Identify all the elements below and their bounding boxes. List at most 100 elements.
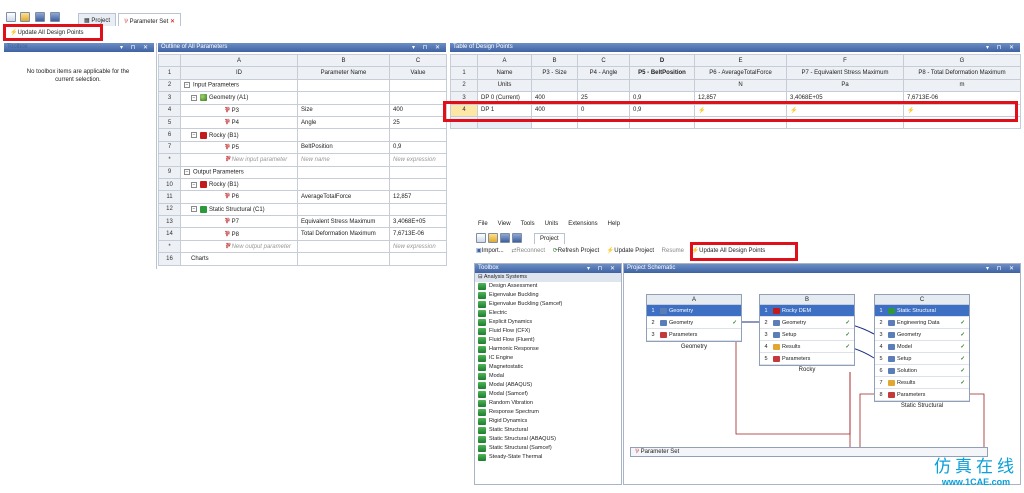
toolbox-item[interactable]: Design Assessment <box>475 282 621 291</box>
parameter-icon: ⅌ <box>225 106 230 114</box>
toolbox-item[interactable]: Static Structural <box>475 426 621 435</box>
highlight-update-all-button <box>690 242 798 261</box>
save-as-icon[interactable] <box>512 233 522 243</box>
toolbox-item[interactable]: Static Structural (Samcef) <box>475 444 621 453</box>
outline-table: ABC 1 ID Parameter Name Value 2− Input Param… <box>158 53 447 266</box>
toolbox-item[interactable]: Harmonic Response <box>475 345 621 354</box>
toolbox-item[interactable]: Modal <box>475 372 621 381</box>
table-row[interactable]: 16 Charts <box>158 252 447 266</box>
parameter-icon: ⅌ <box>225 193 230 201</box>
collapse-icon[interactable]: − <box>184 168 190 175</box>
menu-bar: File View Tools Units Extensions Help <box>478 221 630 227</box>
setup-icon <box>773 332 780 338</box>
toolbox-item[interactable]: Rigid Dynamics <box>475 417 621 426</box>
collapse-icon[interactable]: − <box>191 181 197 188</box>
toolbox-item[interactable]: Static Structural (ABAQUS) <box>475 435 621 444</box>
parameter-icon: ⅌ <box>225 143 230 151</box>
system-block-geometry[interactable]: A 1 Geometry 2 Geometry ✓ 3 Parameters <box>646 294 742 342</box>
collapse-icon[interactable]: − <box>191 94 197 101</box>
watermark: 仿真在线 www.1CAE.com <box>934 457 1018 487</box>
toolbox-item[interactable]: Explicit Dynamics <box>475 318 621 327</box>
toolbox-item[interactable]: Random Vibration <box>475 399 621 408</box>
table-row[interactable]: 6− Rocky (B1) <box>158 128 447 142</box>
collapse-icon[interactable]: − <box>191 132 197 138</box>
check-icon: ✓ <box>960 344 965 350</box>
table-row[interactable]: 5 ⅌ P4 Angle 25 <box>158 115 447 130</box>
project-toolbox: Toolbox ▾ ⊓ ✕ ⊟ Analysis Systems Design A… <box>474 263 622 485</box>
new-file-icon[interactable] <box>6 12 16 22</box>
check-icon: ✓ <box>960 380 965 386</box>
toolbox-group-analysis-systems[interactable]: ⊟ Analysis Systems <box>475 273 621 282</box>
toolbox-item[interactable]: Steady-State Thermal <box>475 453 621 462</box>
geometry-icon <box>888 332 895 338</box>
menu-view[interactable]: View <box>498 221 511 227</box>
table-row[interactable]: * ⅌ New output parameter New expression <box>158 239 447 254</box>
system-block-static-structural[interactable]: C 1 Static Structural 2 Engineering Data ✓ … <box>874 294 970 402</box>
update-project-button[interactable]: ⚡Update Project <box>607 248 654 254</box>
panel-controls[interactable]: ▾ ⊓ ✕ <box>986 44 1017 51</box>
table-row[interactable]: 4 ⅌ P3 Size 400 <box>158 103 447 117</box>
menu-units[interactable]: Units <box>545 221 559 227</box>
parameter-icon: ⅌ <box>225 218 230 226</box>
table-row[interactable]: 2− Input Parameters <box>158 78 447 93</box>
table-row[interactable]: 9− Output Parameters <box>158 165 447 179</box>
system-block-rocky[interactable]: B 1 Rocky DEM 2 Geometry ✓ 3 Setup ✓ 4 Results… <box>759 294 855 366</box>
block-caption: Geometry <box>680 344 708 350</box>
table-row[interactable]: 10− Rocky (B1) <box>158 177 447 192</box>
table-row[interactable]: 14 ⅌ P8 Total Deformation Maximum 7,6713E-06 <box>158 227 447 241</box>
toolbox-item[interactable]: Electric <box>475 309 621 318</box>
solution-icon <box>888 368 895 374</box>
geometry-icon <box>660 320 667 326</box>
geometry-icon <box>773 320 780 326</box>
tab-parameter-set[interactable]: ⅌ Parameter Set ✕ <box>118 13 181 26</box>
table-row[interactable]: 11 ⅌ P6 AverageTotalForce 12,857 <box>158 190 447 204</box>
table-row[interactable]: * ⅌ New input parameter New name New express… <box>158 153 447 167</box>
highlight-update-button <box>3 24 103 41</box>
collapse-icon[interactable]: − <box>184 82 190 89</box>
save-icon[interactable] <box>35 12 45 22</box>
toolbox-item[interactable]: Response Spectrum <box>475 408 621 417</box>
toolbox-panel-header: Toolbox ▾ ⊓ ✕ <box>4 43 154 52</box>
tab-project[interactable]: Project <box>534 233 565 244</box>
rocky-icon <box>200 131 207 139</box>
rocky-icon <box>200 181 207 189</box>
menu-extensions[interactable]: Extensions <box>568 221 597 227</box>
panel-controls[interactable]: ▾ ⊓ ✕ <box>412 44 443 51</box>
toolbox-item[interactable]: Eigenvalue Buckling (Samcef) <box>475 300 621 309</box>
menu-file[interactable]: File <box>478 221 488 227</box>
toolbox-item[interactable]: Magnetostatic <box>475 363 621 372</box>
import-button[interactable]: ▣Import... <box>476 248 504 254</box>
parameter-icon: ⅌ <box>225 156 230 164</box>
menu-tools[interactable]: Tools <box>521 221 535 227</box>
close-icon[interactable]: ✕ <box>170 19 175 25</box>
block-letter: C <box>875 295 969 305</box>
toolbox-item[interactable]: Modal (Samcef) <box>475 390 621 399</box>
check-icon: ✓ <box>845 332 850 338</box>
setup-icon <box>888 356 895 362</box>
toolbox-item[interactable]: Modal (ABAQUS) <box>475 381 621 390</box>
parameter-icon <box>773 356 780 362</box>
table-row[interactable]: 7 ⅌ P5 BeltPosition 0,9 <box>158 140 447 155</box>
menu-help[interactable]: Help <box>608 221 620 227</box>
save-icon[interactable] <box>500 233 510 243</box>
reconnect-button[interactable]: ⇄Reconnect <box>511 248 545 254</box>
save-as-icon[interactable] <box>50 12 60 22</box>
highlight-dp1-row <box>443 101 1018 122</box>
new-file-icon[interactable] <box>476 233 486 243</box>
table-row[interactable]: 3− Geometry (A1) <box>158 91 447 105</box>
toolbox-message: No toolbox items are applicable for the … <box>26 69 130 83</box>
toolbox-item[interactable]: Fluid Flow (CFX) <box>475 327 621 336</box>
collapse-icon[interactable]: − <box>191 206 197 213</box>
panel-controls[interactable]: ▾ ⊓ ✕ <box>120 44 151 51</box>
toolbox-item[interactable]: Fluid Flow (Fluent) <box>475 336 621 345</box>
toolbox-item[interactable]: IC Engine <box>475 354 621 363</box>
toolbox-item[interactable]: Eigenvalue Buckling <box>475 291 621 300</box>
table-row[interactable]: 13 ⅌ P7 Equivalent Stress Maximum 3,4068E+05 <box>158 215 447 229</box>
static-structural-icon <box>200 205 207 213</box>
open-folder-icon[interactable] <box>20 12 30 22</box>
resume-button[interactable]: Resume <box>662 248 684 254</box>
open-folder-icon[interactable] <box>488 233 498 243</box>
refresh-project-button[interactable]: ⟳Refresh Project <box>553 248 599 254</box>
table-row[interactable]: 12− Static Structural (C1) <box>158 202 447 217</box>
check-icon: ✓ <box>732 320 737 326</box>
